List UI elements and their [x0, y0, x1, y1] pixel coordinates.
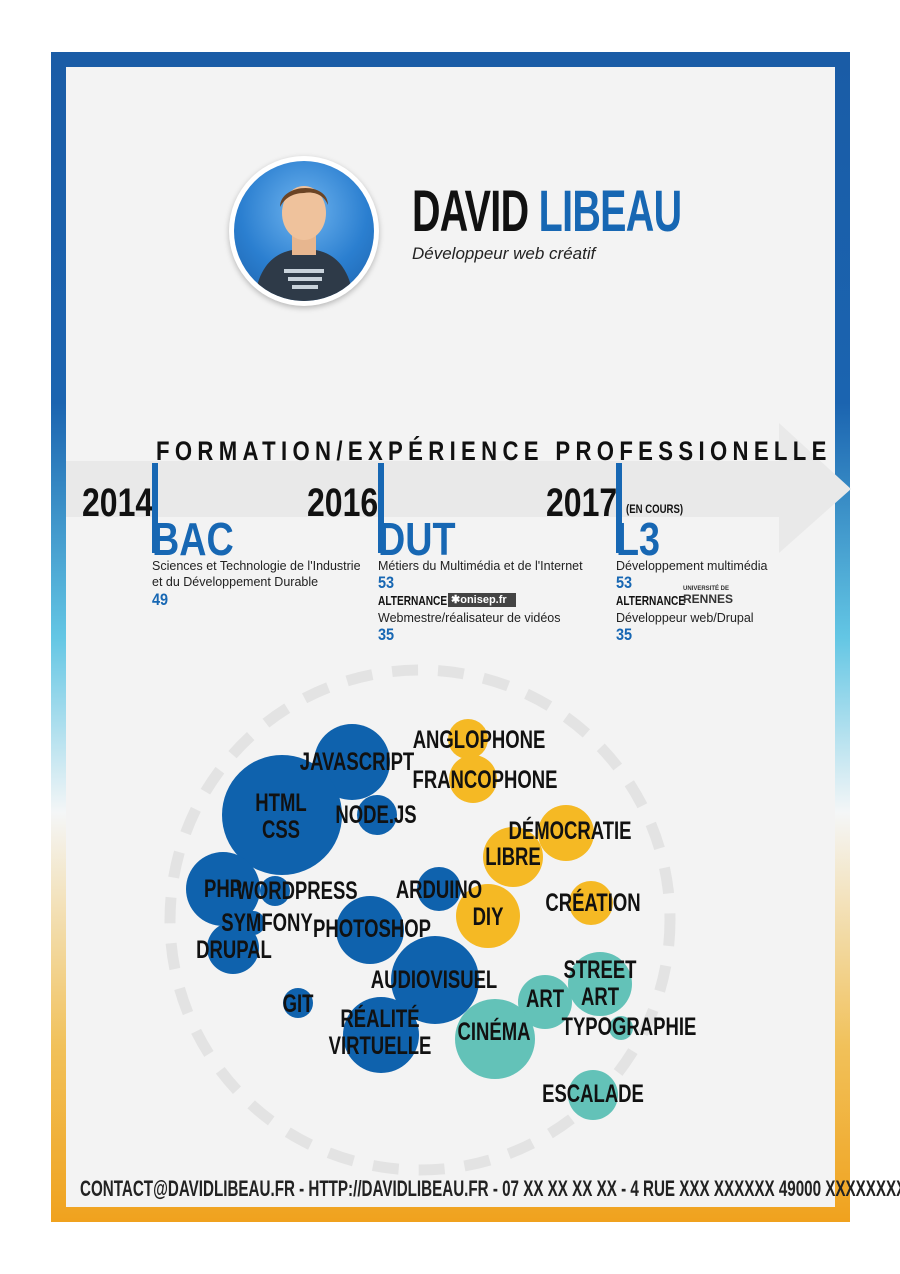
skill-label: TYPOGRAPHIE	[561, 1012, 697, 1041]
skill-label: ANGLOPHONE	[412, 725, 546, 754]
skill-label: ART	[525, 984, 565, 1013]
skill-label: LIBRE	[485, 842, 541, 871]
skill-label: ESCALADE	[542, 1079, 644, 1108]
skill-label: CRÉATION	[545, 888, 641, 917]
skill-label: NODE.JS	[335, 800, 417, 829]
skills-bubble-chart	[164, 664, 676, 1176]
skill-label: DÉMOCRATIE	[508, 816, 632, 845]
skill-label: FRANCOPHONE	[412, 765, 558, 794]
contact-footer: CONTACT@DAVIDLIBEAU.FR - HTTP://DAVIDLIB…	[80, 1176, 900, 1201]
